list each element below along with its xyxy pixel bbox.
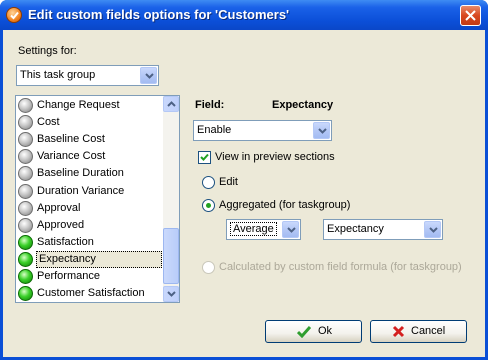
list-item[interactable]: Approved [16, 217, 163, 234]
dialog-window: Edit custom fields options for 'Customer… [0, 0, 488, 360]
cancel-label: Cancel [411, 325, 446, 337]
list-item[interactable]: Duration Variance [16, 183, 163, 200]
green-status-icon [18, 286, 33, 302]
grey-status-icon [18, 115, 33, 131]
chevron-down-icon[interactable] [424, 221, 441, 238]
list-scrollbar[interactable] [163, 96, 179, 302]
aggregate-field-value: Expectancy [327, 223, 384, 235]
list-item-label: Approved [37, 218, 85, 231]
grey-status-icon [18, 166, 33, 182]
list-item-label: Baseline Cost [37, 133, 105, 146]
cancel-x-icon [392, 325, 405, 338]
list-item[interactable]: Customer Satisfaction [16, 285, 163, 302]
list-item[interactable]: Baseline Duration [16, 165, 163, 182]
view-preview-checkbox[interactable] [198, 151, 211, 164]
cancel-button[interactable]: Cancel [370, 320, 467, 343]
aggregated-label[interactable]: Aggregated (for taskgroup) [219, 199, 350, 211]
chevron-down-icon[interactable] [313, 122, 330, 139]
custom-fields-list[interactable]: Change Request Cost Baseline Cost Variance … [15, 95, 180, 303]
list-item-label: Satisfaction [37, 235, 94, 248]
field-name: Expectancy [272, 99, 334, 111]
list-item[interactable]: Baseline Cost [16, 131, 163, 148]
list-item-label: Duration Variance [37, 184, 125, 197]
list-item-label: Cost [37, 116, 60, 129]
list-item[interactable]: Approval [16, 200, 163, 217]
grey-status-icon [18, 200, 33, 216]
chevron-down-icon[interactable] [282, 221, 299, 238]
grey-status-icon [18, 132, 33, 148]
settings-for-dropdown[interactable]: This task group [16, 65, 159, 86]
list-item[interactable]: Change Request [16, 97, 163, 114]
mode-value: Enable [197, 124, 232, 136]
list-item-label: Baseline Duration [37, 167, 124, 180]
chevron-down-icon[interactable] [140, 67, 157, 84]
ok-button[interactable]: Ok [265, 320, 362, 343]
scroll-thumb[interactable] [163, 228, 179, 284]
window-title: Edit custom fields options for 'Customer… [28, 7, 290, 22]
list-item-label: Expectancy [36, 250, 162, 268]
green-status-icon [18, 269, 33, 284]
list-item[interactable]: Cost [16, 114, 163, 131]
close-icon[interactable] [460, 5, 481, 26]
list-item-label: Performance [37, 270, 100, 282]
green-status-icon [18, 234, 33, 250]
calculated-radio[interactable] [202, 261, 215, 274]
checkmark-icon [297, 326, 311, 338]
dialog-body: Settings for: This task group Change Req… [3, 30, 485, 357]
mode-dropdown[interactable]: Enable [193, 120, 332, 141]
list-item-label: Approval [37, 201, 81, 214]
scroll-down-button[interactable] [163, 286, 179, 302]
aggregate-function-dropdown[interactable]: Average [226, 219, 301, 240]
green-status-icon [18, 251, 33, 267]
aggregated-radio[interactable] [202, 199, 215, 212]
settings-for-label: Settings for: [18, 45, 77, 57]
app-icon [6, 7, 22, 23]
ok-label: Ok [318, 325, 333, 337]
edit-radio[interactable] [202, 176, 215, 189]
list-item[interactable]: Variance Cost [16, 148, 163, 165]
list-item[interactable]: Performance [16, 268, 163, 285]
edit-label[interactable]: Edit [219, 176, 238, 188]
list-item-label: Change Request [37, 99, 120, 111]
list-item[interactable]: Satisfaction [16, 234, 163, 251]
list-item-label: Variance Cost [37, 150, 106, 163]
calculated-label: Calculated by custom field formula (for … [219, 261, 462, 273]
grey-status-icon [18, 183, 33, 199]
settings-for-value: This task group [20, 69, 96, 81]
list-item[interactable]: Expectancy [16, 250, 163, 268]
field-label: Field: [195, 99, 225, 111]
title-bar[interactable]: Edit custom fields options for 'Customer… [0, 0, 488, 30]
view-preview-label[interactable]: View in preview sections [215, 151, 335, 163]
list-item-label: Customer Satisfaction [37, 287, 145, 300]
aggregate-field-dropdown[interactable]: Expectancy [323, 219, 443, 240]
grey-status-icon [18, 98, 33, 113]
scroll-up-button[interactable] [163, 96, 179, 112]
aggregate-function-value: Average [230, 222, 277, 236]
grey-status-icon [18, 217, 33, 233]
grey-status-icon [18, 149, 33, 165]
